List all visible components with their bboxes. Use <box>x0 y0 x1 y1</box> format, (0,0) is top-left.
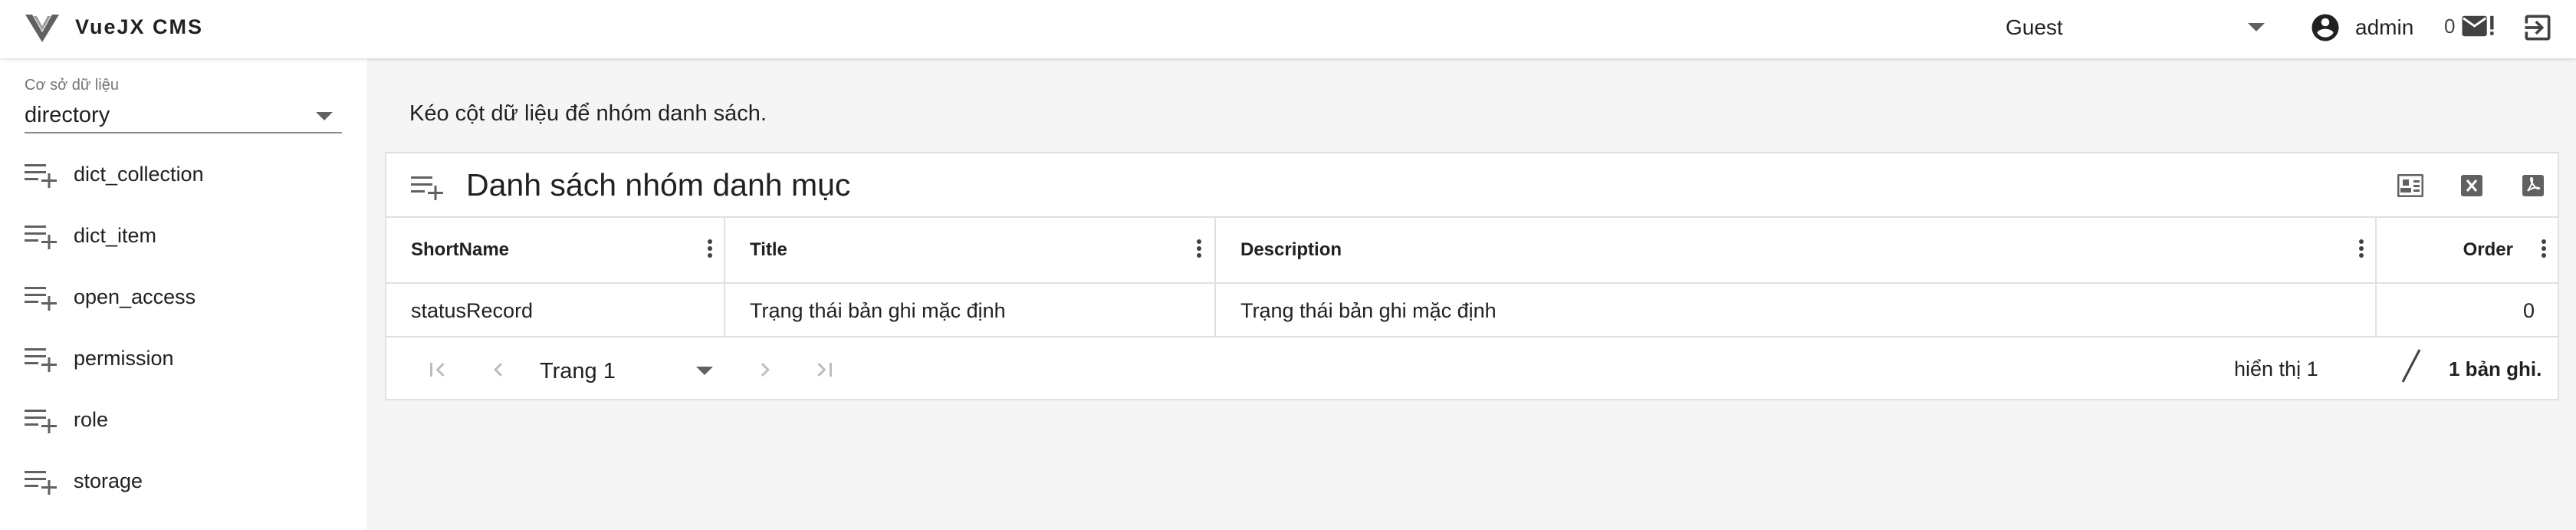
app-title[interactable]: VueJX CMS <box>75 15 203 39</box>
column-menu-icon[interactable] <box>2357 239 2366 262</box>
column-menu-icon[interactable] <box>705 239 715 262</box>
column-settings-icon <box>2397 174 2423 197</box>
previous-page-icon[interactable] <box>485 356 512 384</box>
column-title: Description <box>1240 239 1342 260</box>
group-by-hint: Kéo cột dữ liệu để nhóm danh sách. <box>409 101 767 126</box>
chevron-down-icon <box>2248 23 2265 31</box>
column-header-order[interactable]: Order <box>2377 218 2559 282</box>
sidebar-item-storage[interactable]: storage <box>0 451 366 512</box>
column-settings-button[interactable] <box>2394 169 2427 202</box>
sidebar-item-dict-item[interactable]: dict_item <box>0 206 366 267</box>
cell-order: 0 <box>2377 284 2559 336</box>
app-bar: VueJX CMS Guest admin 0 <box>0 0 2576 58</box>
cell-text: Trạng thái bản ghi mặc định <box>750 299 1006 322</box>
logout-icon[interactable] <box>2521 11 2555 44</box>
table-row[interactable]: statusRecord Trạng thái bản ghi mặc định… <box>386 284 2558 337</box>
column-title: Title <box>750 239 787 260</box>
last-page-icon[interactable] <box>811 356 839 384</box>
sidebar-item-label: role <box>74 408 109 431</box>
playlist-add-icon <box>25 348 57 372</box>
cell-text: statusRecord <box>411 299 534 322</box>
role-select[interactable]: Guest <box>2006 9 2271 46</box>
sidebar-item-label: dict_collection <box>74 163 204 186</box>
column-menu-icon[interactable] <box>1194 239 1204 262</box>
column-title: ShortName <box>411 239 510 260</box>
excel-export-button[interactable] <box>2455 169 2489 202</box>
column-menu-icon[interactable] <box>2539 239 2548 262</box>
cell-description: Trạng thái bản ghi mặc định <box>1216 284 2377 336</box>
column-title: Order <box>2463 239 2513 260</box>
column-header-title[interactable]: Title <box>725 218 1216 282</box>
database-select-value: directory <box>25 103 110 127</box>
pagination: Trang 1 hiển thị 1 1 bản ghi. <box>386 337 2558 400</box>
mail-alert-icon <box>2462 15 2495 37</box>
sidebar-item-role[interactable]: role <box>0 390 366 451</box>
cell-text: Trạng thái bản ghi mặc định <box>1240 299 1497 322</box>
data-table-panel: Danh sách nhóm danh mục ShortName Title … <box>385 152 2559 400</box>
account-circle-icon <box>2312 14 2339 41</box>
chevron-down-icon <box>316 112 333 120</box>
pdf-export-button[interactable] <box>2516 169 2550 202</box>
chevron-down-icon <box>696 367 713 375</box>
database-select[interactable]: Cơ sở dữ liệu directory <box>25 67 342 133</box>
excel-export-icon <box>2461 175 2482 196</box>
next-page-icon[interactable] <box>751 356 779 384</box>
separator-slash <box>2401 349 2421 383</box>
showing-count: hiển thị 1 <box>2234 357 2318 380</box>
vuejx-logo-icon[interactable] <box>25 13 60 44</box>
total-records: 1 bản ghi. <box>2449 357 2542 380</box>
mail-notifications[interactable]: 0 <box>2444 12 2495 40</box>
sidebar: Cơ sở dữ liệu directory dict_collection … <box>0 58 366 530</box>
table-header: ShortName Title Description Order <box>386 218 2558 284</box>
playlist-add-icon <box>25 164 57 188</box>
page-select[interactable]: Trang 1 <box>540 350 713 390</box>
mail-count: 0 <box>2444 14 2456 38</box>
sidebar-item-label: dict_item <box>74 224 157 247</box>
sidebar-item-label: open_access <box>74 285 196 308</box>
cell-title: Trạng thái bản ghi mặc định <box>725 284 1216 336</box>
panel-header: Danh sách nhóm danh mục <box>386 153 2558 218</box>
column-header-description[interactable]: Description <box>1216 218 2377 282</box>
user-menu[interactable]: admin <box>2309 9 2413 46</box>
sidebar-item-permission[interactable]: permission <box>0 328 366 390</box>
playlist-add-icon <box>25 287 57 311</box>
playlist-add-icon <box>25 410 57 433</box>
sidebar-item-label: permission <box>74 347 174 370</box>
playlist-add-icon <box>411 176 443 200</box>
role-select-value: Guest <box>2006 15 2063 39</box>
panel-title: Danh sách nhóm danh mục <box>466 167 851 202</box>
page-select-value: Trang 1 <box>540 359 616 384</box>
cell-shortname: statusRecord <box>386 284 725 336</box>
first-page-icon[interactable] <box>423 356 451 384</box>
sidebar-item-dict-collection[interactable]: dict_collection <box>0 144 366 206</box>
column-header-shortname[interactable]: ShortName <box>386 218 725 282</box>
database-select-label: Cơ sở dữ liệu <box>25 77 119 94</box>
playlist-add-icon <box>25 471 57 495</box>
cell-text: 0 <box>2522 299 2535 322</box>
sidebar-item-label: storage <box>74 469 143 492</box>
playlist-add-icon <box>25 225 57 249</box>
pdf-export-icon <box>2522 175 2544 196</box>
user-name: admin <box>2355 15 2414 39</box>
sidebar-item-open-access[interactable]: open_access <box>0 267 366 328</box>
